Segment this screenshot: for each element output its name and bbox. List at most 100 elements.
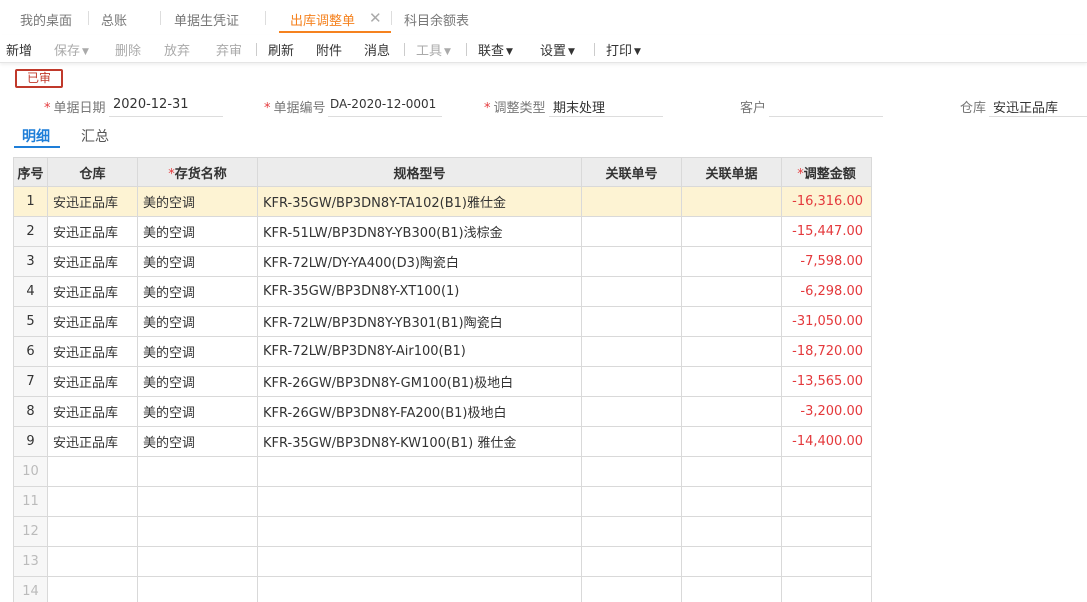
cell-warehouse[interactable]: 安迅正品库: [47, 276, 138, 307]
tools-dropdown[interactable]: 工具 ▼: [416, 40, 451, 59]
cell-ref-no[interactable]: [581, 486, 682, 517]
cell-item[interactable]: 美的空调: [137, 366, 258, 397]
tab-voucher-generation[interactable]: 单据生凭证: [174, 10, 239, 29]
cell-amount[interactable]: -7,598.00: [781, 246, 872, 277]
cell-ref-no[interactable]: [581, 336, 682, 367]
column-header-seq[interactable]: 序号: [13, 157, 48, 187]
cell-warehouse[interactable]: [47, 546, 138, 577]
cell-spec[interactable]: [257, 456, 582, 487]
cell-amount[interactable]: -16,316.00: [781, 186, 872, 217]
cell-amount[interactable]: [781, 486, 872, 517]
cell-item[interactable]: [137, 456, 258, 487]
cell-amount[interactable]: [781, 456, 872, 487]
warehouse-field[interactable]: 安迅正品库: [993, 97, 1058, 116]
cell-spec[interactable]: KFR-35GW/BP3DN8Y-XT100(1): [257, 276, 582, 307]
table-row[interactable]: 14: [13, 576, 872, 602]
table-row[interactable]: 6 安迅正品库 美的空调 KFR-72LW/BP3DN8Y-Air100(B1) -18…: [13, 336, 872, 367]
tab-outbound-adjustment[interactable]: 出库调整单: [290, 10, 355, 29]
cell-ref-no[interactable]: [581, 576, 682, 602]
cell-item[interactable]: 美的空调: [137, 306, 258, 337]
column-header-ref-doc[interactable]: 关联单据: [681, 157, 782, 187]
cell-warehouse[interactable]: 安迅正品库: [47, 186, 138, 217]
column-header-spec[interactable]: 规格型号: [257, 157, 582, 187]
table-row[interactable]: 12: [13, 516, 872, 547]
link-query-dropdown[interactable]: 联查 ▼: [478, 40, 513, 59]
cell-amount[interactable]: -15,447.00: [781, 216, 872, 247]
cell-ref-doc[interactable]: [681, 336, 782, 367]
cell-warehouse[interactable]: [47, 456, 138, 487]
discard-button[interactable]: 放弃: [164, 40, 190, 59]
cell-ref-no[interactable]: [581, 216, 682, 247]
tab-account-balance[interactable]: 科目余额表: [404, 10, 469, 29]
cell-warehouse[interactable]: 安迅正品库: [47, 426, 138, 457]
cell-spec[interactable]: KFR-72LW/BP3DN8Y-Air100(B1): [257, 336, 582, 367]
cell-warehouse[interactable]: [47, 576, 138, 602]
cell-item[interactable]: 美的空调: [137, 396, 258, 427]
cell-ref-doc[interactable]: [681, 396, 782, 427]
cell-item[interactable]: [137, 576, 258, 602]
cell-ref-doc[interactable]: [681, 186, 782, 217]
refresh-button[interactable]: 刷新: [268, 40, 294, 59]
cell-spec[interactable]: KFR-72LW/BP3DN8Y-YB301(B1)陶瓷白: [257, 306, 582, 337]
tab-detail[interactable]: 明细: [22, 126, 50, 146]
cell-ref-doc[interactable]: [681, 516, 782, 547]
cell-spec[interactable]: [257, 546, 582, 577]
cell-ref-no[interactable]: [581, 186, 682, 217]
table-row[interactable]: 5 安迅正品库 美的空调 KFR-72LW/BP3DN8Y-YB301(B1)陶瓷白 -…: [13, 306, 872, 337]
cell-ref-doc[interactable]: [681, 276, 782, 307]
cell-item[interactable]: [137, 516, 258, 547]
cell-amount[interactable]: [781, 516, 872, 547]
cell-amount[interactable]: -14,400.00: [781, 426, 872, 457]
cell-ref-no[interactable]: [581, 276, 682, 307]
new-button[interactable]: 新增: [6, 40, 32, 59]
column-header-warehouse[interactable]: 仓库: [47, 157, 138, 187]
settings-dropdown[interactable]: 设置 ▼: [540, 40, 575, 59]
column-header-item[interactable]: *存货名称: [137, 157, 258, 187]
cell-spec[interactable]: KFR-51LW/BP3DN8Y-YB300(B1)浅棕金: [257, 216, 582, 247]
cell-spec[interactable]: [257, 576, 582, 602]
cell-amount[interactable]: -31,050.00: [781, 306, 872, 337]
cell-item[interactable]: 美的空调: [137, 426, 258, 457]
cell-item[interactable]: 美的空调: [137, 246, 258, 277]
cell-ref-doc[interactable]: [681, 216, 782, 247]
cell-amount[interactable]: -3,200.00: [781, 396, 872, 427]
delete-button[interactable]: 删除: [115, 40, 141, 59]
save-button[interactable]: 保存 ▼: [54, 40, 89, 59]
table-row[interactable]: 1 安迅正品库 美的空调 KFR-35GW/BP3DN8Y-TA102(B1)雅仕金 -…: [13, 186, 872, 217]
cell-warehouse[interactable]: 安迅正品库: [47, 366, 138, 397]
cell-ref-no[interactable]: [581, 546, 682, 577]
cell-ref-no[interactable]: [581, 456, 682, 487]
cell-ref-doc[interactable]: [681, 576, 782, 602]
number-field[interactable]: DA-2020-12-0001: [330, 97, 436, 111]
print-dropdown[interactable]: 打印 ▼: [606, 40, 641, 59]
table-row[interactable]: 2 安迅正品库 美的空调 KFR-51LW/BP3DN8Y-YB300(B1)浅棕金 -…: [13, 216, 872, 247]
cell-amount[interactable]: [781, 546, 872, 577]
cell-item[interactable]: 美的空调: [137, 336, 258, 367]
message-button[interactable]: 消息: [364, 40, 390, 59]
date-field[interactable]: 2020-12-31: [113, 97, 189, 112]
cell-item[interactable]: 美的空调: [137, 216, 258, 247]
cell-item[interactable]: 美的空调: [137, 186, 258, 217]
cell-ref-doc[interactable]: [681, 426, 782, 457]
cell-ref-no[interactable]: [581, 366, 682, 397]
table-row[interactable]: 10: [13, 456, 872, 487]
cell-warehouse[interactable]: 安迅正品库: [47, 216, 138, 247]
cell-amount[interactable]: [781, 576, 872, 602]
cell-spec[interactable]: KFR-35GW/BP3DN8Y-TA102(B1)雅仕金: [257, 186, 582, 217]
tab-my-desktop[interactable]: 我的桌面: [20, 10, 72, 29]
tab-general-ledger[interactable]: 总账: [101, 10, 127, 29]
cell-ref-doc[interactable]: [681, 546, 782, 577]
unaudit-button[interactable]: 弃审: [216, 40, 242, 59]
cell-ref-no[interactable]: [581, 396, 682, 427]
cell-amount[interactable]: -13,565.00: [781, 366, 872, 397]
cell-amount[interactable]: -18,720.00: [781, 336, 872, 367]
column-header-ref-no[interactable]: 关联单号: [581, 157, 682, 187]
adjust-type-field[interactable]: 期末处理: [553, 97, 605, 116]
cell-warehouse[interactable]: 安迅正品库: [47, 246, 138, 277]
table-row[interactable]: 11: [13, 486, 872, 517]
cell-warehouse[interactable]: 安迅正品库: [47, 396, 138, 427]
close-icon[interactable]: ✕: [369, 9, 382, 27]
cell-ref-no[interactable]: [581, 426, 682, 457]
table-row[interactable]: 7 安迅正品库 美的空调 KFR-26GW/BP3DN8Y-GM100(B1)极地白 -…: [13, 366, 872, 397]
cell-ref-no[interactable]: [581, 516, 682, 547]
